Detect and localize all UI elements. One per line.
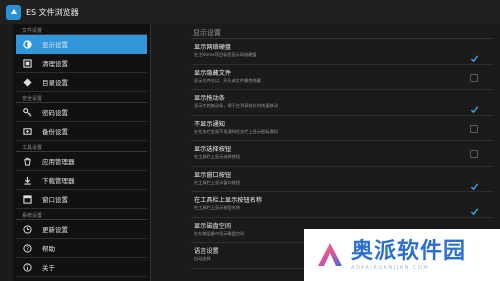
sidebar-item-label: 应用管理器 — [42, 158, 75, 166]
setting-title: 显示网络硬盘 — [194, 44, 232, 51]
panel-divider — [150, 24, 151, 281]
setting-row-no-notification[interactable]: 不显示通知 在任务栏里面不再通知任务栏上显示图标通知 — [191, 116, 493, 141]
setting-row-scrollbar[interactable]: 显示拖动条 显示大的拖动条，便于在列表较长时快速移动 — [191, 90, 493, 116]
settings-sidebar: 文件设置 显示设置 清理设置 目录设置 安全设置 密码设置 备份设置 工具设置 — [13, 24, 150, 281]
setting-subtitle: 显示文件名以 . 开头或文件属性隐藏 — [194, 77, 261, 83]
sidebar-item-label: 清理设置 — [42, 60, 68, 68]
setting-row-button-names[interactable]: 在工具栏上显示按钮名称 在工具栏上显示按钮名称 — [191, 192, 493, 218]
setting-subtitle: 在工具栏上显示窗口按钮 — [194, 179, 241, 185]
setting-subtitle: 在任务栏里面不再通知任务栏上显示图标通知 — [194, 128, 278, 134]
sidebar-item-directory[interactable]: 目录设置 — [16, 73, 147, 92]
checkbox-checked[interactable] — [470, 48, 479, 63]
sidebar-item-label: 窗口设置 — [42, 196, 68, 204]
sidebar-item-password[interactable]: 密码设置 — [16, 103, 147, 122]
backup-icon — [22, 126, 33, 137]
sidebar-item-label: 密码设置 — [42, 109, 68, 117]
sidebar-item-label: 关于 — [42, 264, 55, 272]
sidebar-item-label: 帮助 — [42, 245, 55, 253]
checkbox-unchecked[interactable] — [470, 150, 478, 158]
setting-subtitle: 在工具栏上显示选择按钮 — [194, 154, 241, 159]
key-icon — [22, 107, 33, 118]
update-icon — [22, 224, 33, 235]
setting-subtitle: 显示大的拖动条，便于在列表较长时快速移动 — [194, 103, 278, 108]
checkbox-unchecked[interactable] — [470, 73, 478, 82]
sidebar-item-label: 下载管理器 — [42, 177, 75, 185]
sidebar-item-window[interactable]: 窗口设置 — [16, 190, 147, 209]
section-header-security: 安全设置 — [16, 92, 147, 103]
setting-title: 在工具栏上显示按钮名称 — [194, 197, 263, 204]
app-manager-icon — [22, 156, 33, 167]
checkbox-checked[interactable] — [470, 99, 479, 114]
setting-row-hidden-files[interactable]: 显示隐藏文件 显示文件名以 . 开头或文件属性隐藏 — [191, 65, 493, 90]
watermark-logo-icon — [318, 243, 342, 266]
setting-title: 显示拖动条 — [194, 95, 225, 102]
checkbox-checked[interactable] — [470, 176, 479, 190]
setting-row-network-disk[interactable]: 显示网络硬盘 在主Home项目标签显示网络硬盘 — [191, 39, 493, 65]
section-header-tools: 工具设置 — [16, 141, 147, 152]
window-icon — [22, 194, 33, 205]
panel-title: 显示设置 — [191, 24, 493, 39]
setting-subtitle: 在主Home项目标签显示网络硬盘 — [194, 52, 257, 57]
section-header-system: 系统设置 — [16, 209, 147, 220]
checkbox-unchecked[interactable] — [470, 124, 478, 133]
svg-text:?: ? — [26, 246, 29, 252]
sidebar-item-app-manager[interactable]: 应用管理器 — [16, 152, 147, 171]
setting-title: 显示窗口按钮 — [194, 171, 232, 179]
sidebar-item-backup[interactable]: 备份设置 — [16, 122, 147, 141]
help-icon: ? — [22, 243, 33, 254]
checkbox-checked[interactable] — [470, 201, 479, 216]
directory-icon — [22, 77, 33, 88]
setting-row-select-button[interactable]: 显示选择按钮 在工具栏上显示选择按钮 — [191, 141, 493, 167]
watermark-name: 奥派软件园 — [351, 238, 467, 264]
clean-icon — [22, 58, 33, 69]
setting-row-window-button[interactable]: 显示窗口按钮 在工具栏上显示窗口按钮 — [191, 167, 493, 192]
sidebar-item-clean[interactable]: 清理设置 — [16, 54, 147, 73]
sidebar-item-download-manager[interactable]: 下载管理器 — [16, 171, 147, 190]
watermark-url: AOPAIRUANJIAN.COM — [351, 264, 430, 271]
setting-title: 显示隐藏文件 — [194, 69, 232, 77]
section-header-file: 文件设置 — [16, 24, 147, 35]
title-bar: ES 文件浏览器 — [0, 0, 500, 24]
sidebar-item-label: 更新设置 — [42, 226, 68, 234]
about-icon — [22, 262, 33, 273]
sidebar-item-label: 显示设置 — [42, 41, 68, 49]
setting-title: 显示选择按钮 — [194, 146, 232, 153]
sidebar-item-label: 目录设置 — [42, 79, 68, 87]
sidebar-item-help[interactable]: ? 帮助 — [16, 239, 147, 258]
download-icon — [22, 175, 33, 186]
app-title: ES 文件浏览器 — [26, 7, 79, 17]
display-icon — [22, 39, 33, 50]
sidebar-item-display[interactable]: 显示设置 — [16, 35, 147, 54]
setting-title: 不显示通知 — [194, 120, 225, 128]
sidebar-item-about[interactable]: 关于 — [16, 258, 147, 277]
sidebar-item-update[interactable]: 更新设置 — [16, 220, 147, 239]
setting-subtitle: 在工具栏上显示按钮名称 — [194, 205, 241, 210]
es-app-icon — [6, 4, 21, 20]
sidebar-item-label: 备份设置 — [42, 128, 68, 136]
site-watermark: 奥派软件园 AOPAIRUANJIAN.COM — [304, 229, 500, 281]
